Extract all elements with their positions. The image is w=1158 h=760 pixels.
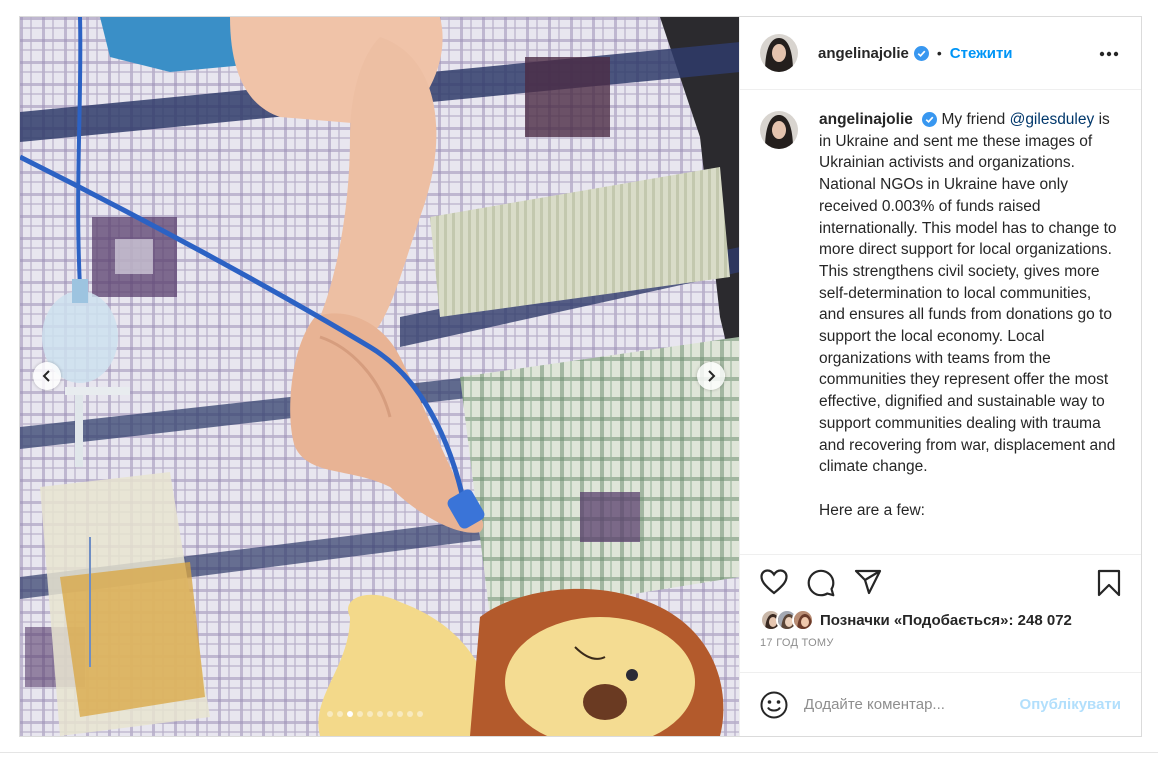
heart-icon — [760, 569, 788, 595]
carousel-prev-button[interactable] — [33, 362, 61, 390]
action-icons-row — [760, 569, 1121, 599]
caption-username[interactable]: angelinajolie — [819, 111, 913, 128]
caption-more-text: Here are a few: — [819, 501, 925, 519]
follow-button[interactable]: Стежити — [950, 45, 1013, 62]
share-icon — [854, 569, 882, 595]
liker-avatar — [792, 609, 814, 631]
caption-mention-link[interactable]: @gilesduley — [1010, 111, 1095, 128]
chevron-left-icon — [42, 370, 50, 382]
carousel-dot — [367, 711, 373, 717]
post-actions: Позначки «Подобається»: 248 072 17 ГОД Т… — [740, 554, 1141, 672]
avatar-image — [760, 111, 798, 149]
caption-section: angelinajolie My friend @gilesduley is i… — [740, 91, 1141, 554]
avatar-image — [760, 34, 798, 72]
carousel-indicator — [327, 711, 423, 717]
post-side-panel: angelinajolie • Стежити angelinajolie My… — [739, 17, 1141, 736]
post-header: angelinajolie • Стежити — [740, 17, 1141, 90]
emoji-button[interactable] — [760, 691, 788, 719]
post-photo[interactable] — [20, 17, 739, 736]
header-username[interactable]: angelinajolie — [818, 45, 909, 62]
carousel-next-button[interactable] — [697, 362, 725, 390]
photo-illustration — [20, 17, 739, 736]
carousel-dot — [377, 711, 383, 717]
bookmark-icon — [1097, 569, 1121, 597]
header-separator: • — [936, 45, 942, 61]
carousel-dot — [397, 711, 403, 717]
comment-button[interactable] — [807, 569, 835, 602]
like-button[interactable] — [760, 569, 788, 600]
likes-count[interactable]: Позначки «Подобається»: 248 072 — [820, 612, 1072, 629]
carousel-dot — [337, 711, 343, 717]
comment-input[interactable] — [804, 696, 999, 713]
more-options-button[interactable] — [1099, 44, 1119, 62]
carousel-dot — [407, 711, 413, 717]
avatar[interactable] — [760, 34, 798, 72]
publish-button[interactable]: Опублікувати — [1020, 696, 1121, 713]
instagram-post: angelinajolie • Стежити angelinajolie My… — [19, 16, 1142, 737]
carousel-dot — [347, 711, 353, 717]
caption-text: angelinajolie My friend @gilesduley is i… — [819, 109, 1119, 522]
save-button[interactable] — [1097, 569, 1121, 602]
verified-badge-icon — [913, 45, 929, 61]
carousel-dot — [357, 711, 363, 717]
more-horizontal-icon — [1099, 51, 1119, 57]
carousel-dot — [417, 711, 423, 717]
likes-summary[interactable]: Позначки «Подобається»: 248 072 — [760, 609, 1072, 631]
comment-composer: Опублікувати — [740, 672, 1141, 736]
caption-avatar[interactable] — [760, 111, 798, 149]
carousel-dot — [387, 711, 393, 717]
verified-badge-icon — [922, 112, 938, 128]
share-button[interactable] — [854, 569, 882, 600]
page-divider — [0, 752, 1158, 753]
carousel-dot — [327, 711, 333, 717]
caption-body: is in Ukraine and sent me these images o… — [819, 111, 1117, 476]
caption-lead: My friend — [941, 111, 1006, 128]
post-timestamp[interactable]: 17 ГОД ТОМУ — [760, 637, 834, 649]
comment-icon — [807, 569, 835, 597]
chevron-right-icon — [708, 370, 716, 382]
emoji-icon — [760, 691, 788, 718]
